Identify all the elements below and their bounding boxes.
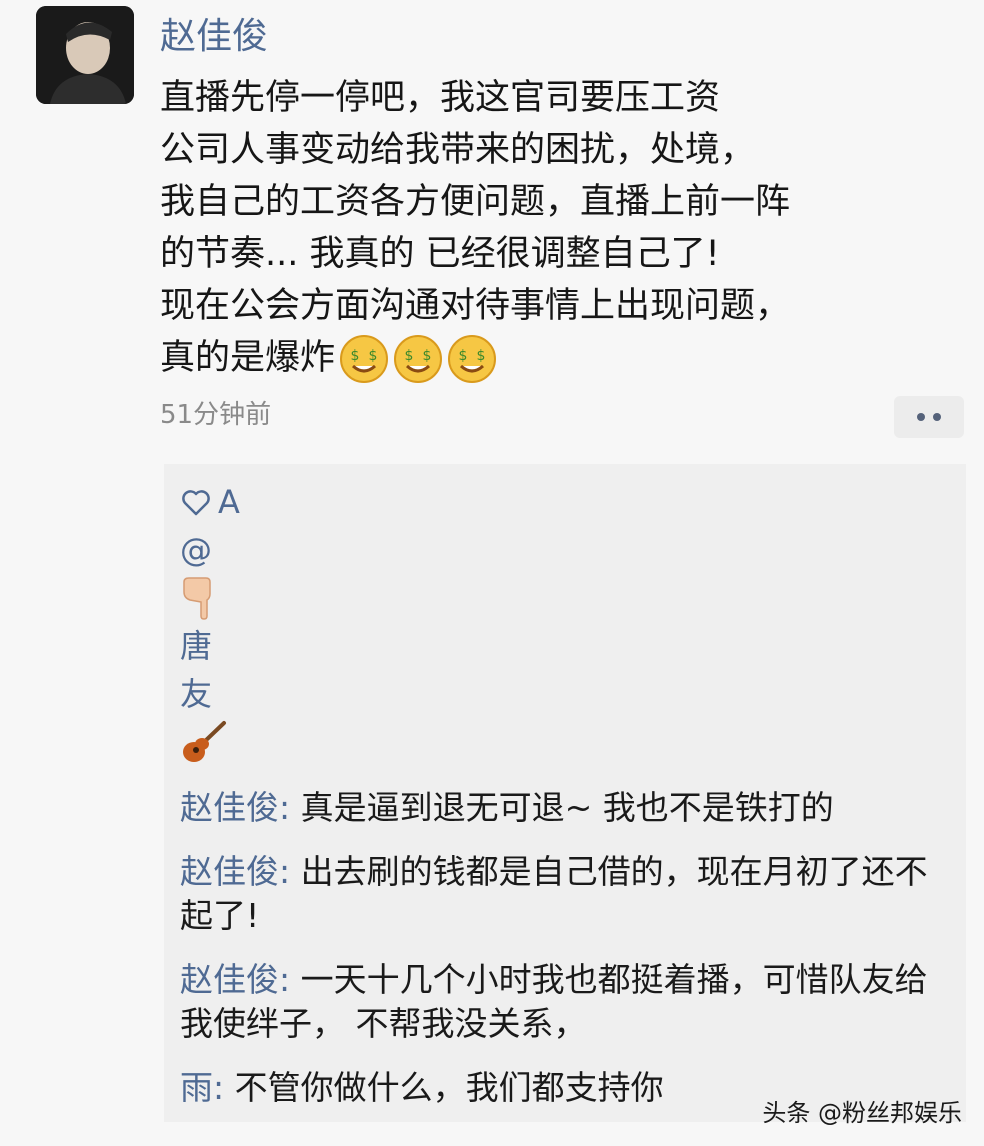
comment-separator: : (279, 788, 301, 827)
more-options-button[interactable] (894, 396, 964, 438)
post-line: 现在公会方面沟通对待事情上出现问题， (160, 286, 791, 326)
comment-text: 真是逼到退无可退~ 我也不是铁打的 (300, 788, 834, 827)
post-timestamp: 51分钟前 (160, 400, 272, 430)
comment-separator: : (213, 1068, 235, 1107)
post-line: 真的是爆炸 (160, 338, 336, 378)
emoji-group: $ $ $ $ $ $ (339, 334, 497, 384)
comment-author[interactable]: 赵佳俊 (180, 852, 279, 891)
likes-list: A @ 唐 友 (180, 478, 300, 766)
svg-text:$: $ (459, 348, 468, 364)
avatar[interactable] (36, 6, 134, 104)
comment-item[interactable]: 赵佳俊: 真是逼到退无可退~ 我也不是铁打的 (180, 786, 960, 830)
svg-text:$: $ (423, 348, 432, 364)
money-face-emoji: $ $ (340, 335, 389, 383)
money-face-emoji: $ $ (448, 335, 497, 383)
post-author-name[interactable]: 赵佳俊 (160, 14, 268, 60)
more-dot-icon (933, 413, 941, 421)
comment-item[interactable]: 赵佳俊: 一天十几个小时我也都挺着播，可惜队友给我使绊子， 不帮我没关系， (180, 958, 960, 1046)
like-item[interactable]: A (180, 478, 300, 526)
comment-item[interactable]: 赵佳俊: 出去刷的钱都是自己借的，现在月初了还不起了! (180, 850, 960, 938)
interaction-panel: A @ 唐 友 赵佳俊: 真是逼到退无可退~ 我也不是铁打的 赵佳俊: 出去刷的… (164, 464, 966, 1122)
comment-author[interactable]: 雨 (180, 1068, 213, 1107)
like-user-name: A (218, 483, 240, 521)
post-content: 直播先停一停吧，我这官司要压工资 公司人事变动给我带来的困扰，处境， 我自己的工… (160, 72, 960, 384)
money-face-emoji: $ $ (394, 335, 443, 383)
heart-icon (182, 490, 210, 516)
like-item[interactable] (180, 718, 300, 766)
post-line: 公司人事变动给我带来的困扰，处境， (160, 130, 756, 170)
svg-text:$: $ (351, 348, 360, 364)
watermark: 头条 @粉丝邦娱乐 (762, 1099, 962, 1127)
post-line: 直播先停一停吧，我这官司要压工资 (160, 78, 721, 118)
like-item[interactable]: 友 (180, 670, 300, 718)
comment-text: 不管你做什么，我们都支持你 (234, 1068, 664, 1107)
comment-author[interactable]: 赵佳俊 (180, 960, 279, 999)
comments-list: 赵佳俊: 真是逼到退无可退~ 我也不是铁打的 赵佳俊: 出去刷的钱都是自己借的，… (180, 786, 960, 1130)
like-user-name: @ (180, 531, 212, 569)
pointing-down-hand-icon (183, 577, 211, 620)
avatar-photo (36, 6, 134, 104)
guitar-icon (183, 721, 226, 762)
comment-separator: : (279, 960, 301, 999)
svg-text:$: $ (369, 348, 378, 364)
svg-text:$: $ (405, 348, 414, 364)
like-item[interactable]: @ (180, 526, 300, 574)
comment-author[interactable]: 赵佳俊 (180, 788, 279, 827)
comment-separator: : (279, 852, 301, 891)
more-dot-icon (917, 413, 925, 421)
post-last-line: 真的是爆炸 $ $ $ $ $ $ (160, 332, 960, 384)
post-line: 我自己的工资各方便问题，直播上前一阵 (160, 182, 791, 222)
svg-text:$: $ (477, 348, 486, 364)
like-user-name: 友 (180, 675, 213, 713)
like-item[interactable] (180, 574, 300, 622)
post-line: 的节奏... 我真的 已经很调整自己了! (160, 234, 720, 274)
like-user-name: 唐 (180, 627, 213, 665)
like-item[interactable]: 唐 (180, 622, 300, 670)
